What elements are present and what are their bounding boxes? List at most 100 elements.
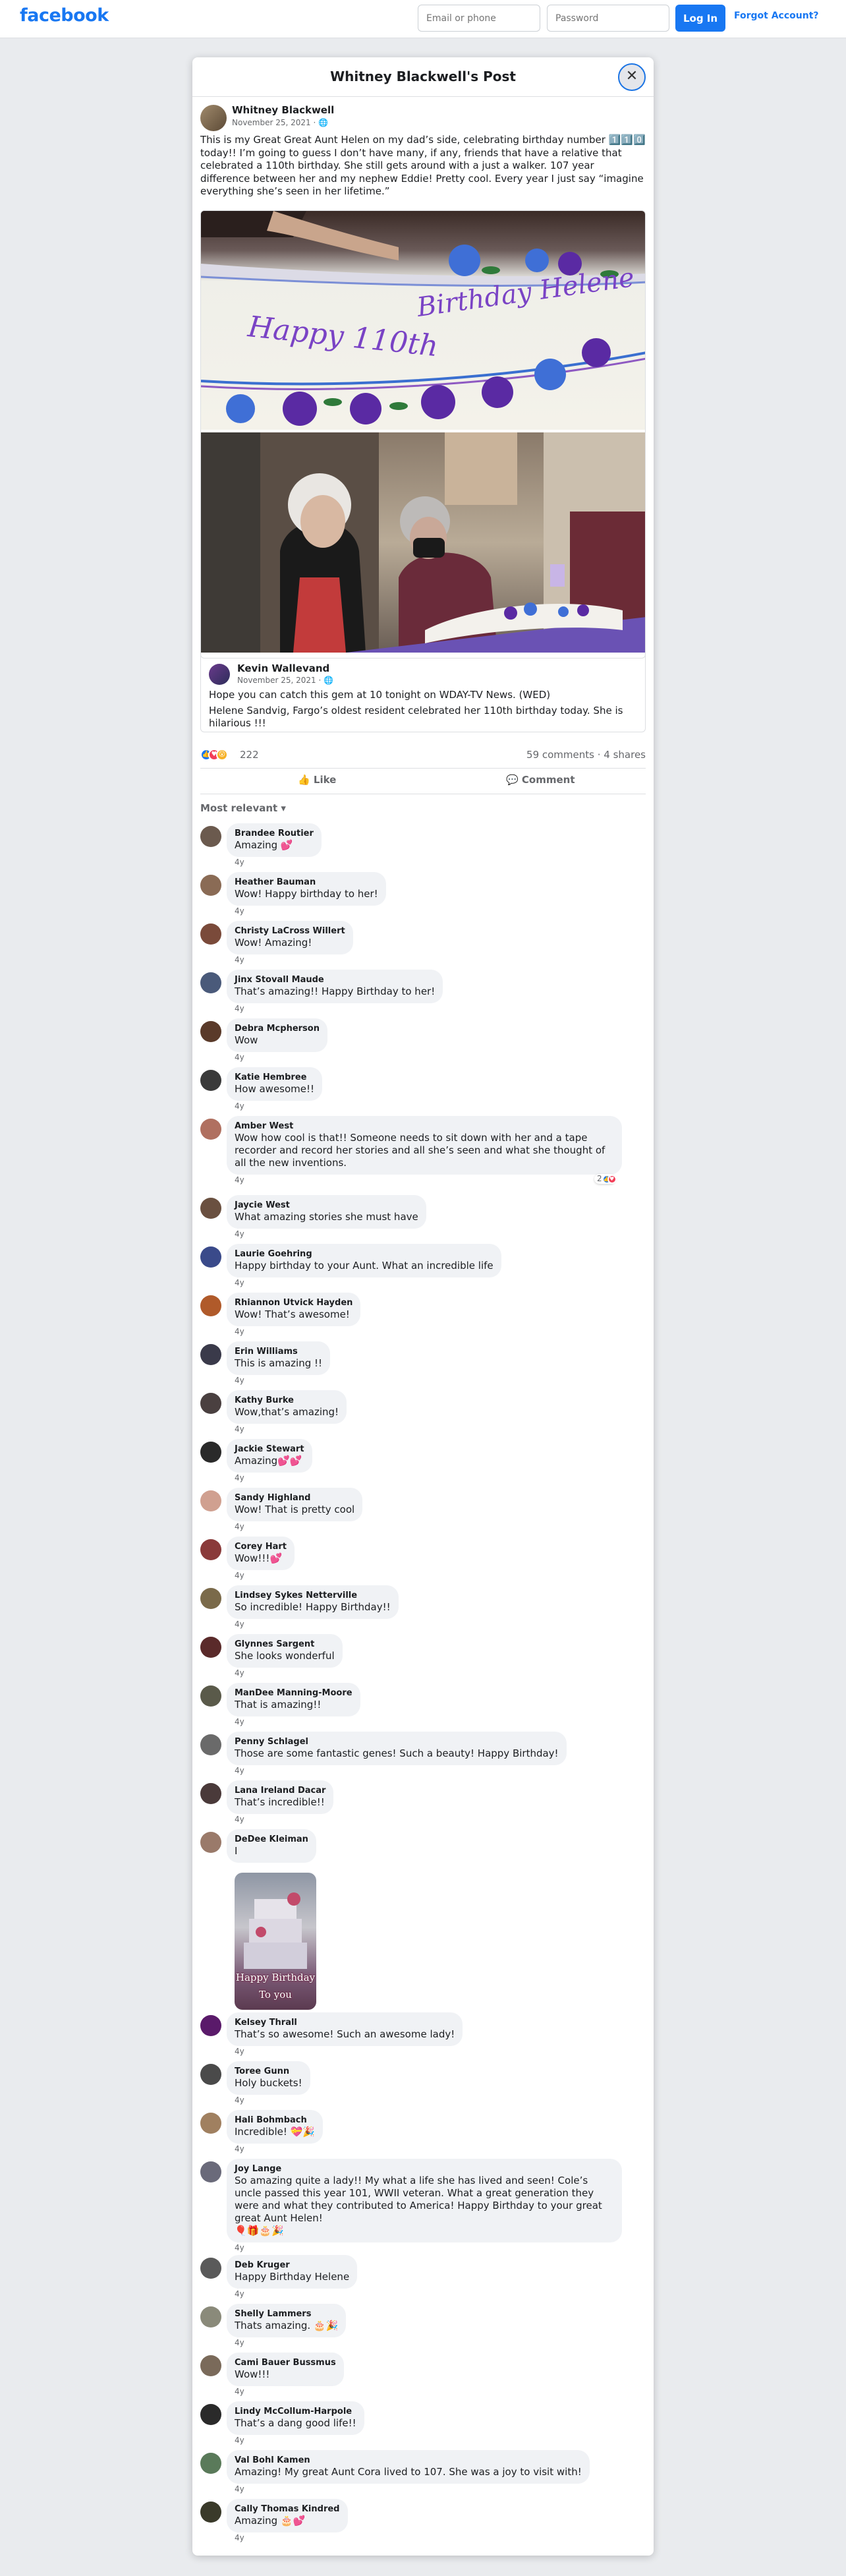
commenter-name[interactable]: Val Bohl Kamen [235,2455,582,2466]
commenter-name[interactable]: Shelly Lammers [235,2308,338,2320]
commenter-name[interactable]: Lindy McCollum-Harpole [235,2406,356,2417]
forgot-account-link[interactable]: Forgot Account? [734,11,819,21]
helen-celebration-photo[interactable] [201,432,645,653]
comment-timestamp[interactable]: 4y [235,1571,244,1580]
commenter-name[interactable]: Amber West [235,1121,614,1132]
commenter-name[interactable]: Katie Hembree [235,1072,314,1083]
commenter-avatar[interactable] [200,1246,221,1268]
commenter-name[interactable]: Cami Bauer Bussmus [235,2357,336,2368]
reaction-icons[interactable]: 👍♥ 😮 [200,748,228,761]
comment-timestamp[interactable]: 4y [235,2436,244,2445]
commenter-name[interactable]: Deb Kruger [235,2260,349,2271]
birthday-gif[interactable]: Happy Birthday To you [235,1873,316,2010]
comment-timestamp[interactable]: 4y [235,2243,244,2252]
post-author-avatar[interactable] [200,105,227,131]
comment-timestamp[interactable]: 4y [235,858,244,867]
comment-timestamp[interactable]: 4y [235,906,244,916]
commenter-avatar[interactable] [200,875,221,896]
commenter-avatar[interactable] [200,2404,221,2425]
comment-timestamp[interactable]: 4y [235,2533,244,2542]
commenter-name[interactable]: Hali Bohmbach [235,2115,315,2126]
commenter-avatar[interactable] [200,972,221,993]
comment-timestamp[interactable]: 4y [235,2095,244,2105]
commenter-name[interactable]: Debra Mcpherson [235,1023,320,1034]
commenter-name[interactable]: Cally Thomas Kindred [235,2503,340,2515]
comment-timestamp[interactable]: 4y [235,1229,244,1239]
comment-timestamp[interactable]: 4y [235,2144,244,2153]
commenter-name[interactable]: Penny Schlagel [235,1736,559,1747]
commenter-name[interactable]: Sandy Highland [235,1492,354,1504]
comment-timestamp[interactable]: 4y [235,2289,244,2298]
comments-count[interactable]: 59 comments [526,749,594,761]
commenter-avatar[interactable] [200,2113,221,2134]
shared-timestamp[interactable]: November 25, 2021 · 🌐 [237,676,333,685]
shares-count[interactable]: 4 shares [604,749,646,761]
comment-button[interactable]: 💬 Comment [506,774,575,786]
comment-timestamp[interactable]: 4y [235,1473,244,1482]
commenter-avatar[interactable] [200,2453,221,2474]
commenter-name[interactable]: Kelsey Thrall [235,2017,455,2028]
commenter-avatar[interactable] [200,1021,221,1042]
commenter-avatar[interactable] [200,1119,221,1140]
comment-timestamp[interactable]: 4y [235,1175,244,1185]
comment-timestamp[interactable]: 4y [235,1376,244,1385]
commenter-avatar[interactable] [200,1588,221,1609]
close-button[interactable]: ✕ [618,63,646,91]
commenter-name[interactable]: Christy LaCross Willert [235,925,345,937]
commenter-avatar[interactable] [200,1295,221,1316]
commenter-name[interactable]: Jaycie West [235,1200,418,1211]
commenter-name[interactable]: Toree Gunn [235,2066,302,2077]
commenter-name[interactable]: Corey Hart [235,1541,287,1552]
commenter-avatar[interactable] [200,1783,221,1804]
commenter-avatar[interactable] [200,2161,221,2182]
commenter-name[interactable]: ManDee Manning-Moore [235,1687,352,1699]
commenter-name[interactable]: Lana Ireland Dacar [235,1785,325,1796]
commenter-avatar[interactable] [200,2502,221,2523]
comment-timestamp[interactable]: 4y [235,1668,244,1678]
commenter-name[interactable]: Brandee Routier [235,828,314,839]
comment-timestamp[interactable]: 4y [235,2338,244,2347]
commenter-name[interactable]: Kathy Burke [235,1395,339,1406]
like-button[interactable]: 👍 Like [298,774,336,786]
comment-timestamp[interactable]: 4y [235,1004,244,1013]
commenter-name[interactable]: DeDee Kleiman [235,1834,308,1845]
comment-timestamp[interactable]: 4y [235,1053,244,1062]
commenter-avatar[interactable] [200,923,221,945]
commenter-name[interactable]: Erin Williams [235,1346,322,1357]
commenter-name[interactable]: Jinx Stovall Maude [235,974,435,985]
commenter-name[interactable]: Glynnes Sargent [235,1639,335,1650]
commenter-name[interactable]: Heather Bauman [235,877,378,888]
post-timestamp[interactable]: November 25, 2021 · 🌐 [232,118,328,127]
comment-timestamp[interactable]: 4y [235,1815,244,1824]
facebook-logo[interactable]: facebook [20,5,109,26]
comment-timestamp[interactable]: 4y [235,2047,244,2056]
commenter-avatar[interactable] [200,1393,221,1414]
comment-timestamp[interactable]: 4y [235,1101,244,1111]
commenter-avatar[interactable] [200,1070,221,1091]
commenter-name[interactable]: Jackie Stewart [235,1444,304,1455]
comment-timestamp[interactable]: 4y [235,1766,244,1775]
commenter-name[interactable]: Joy Lange [235,2163,614,2175]
email-input[interactable] [418,5,540,32]
commenter-avatar[interactable] [200,826,221,847]
comment-timestamp[interactable]: 4y [235,1620,244,1629]
comment-timestamp[interactable]: 4y [235,1327,244,1336]
comment-reactions[interactable]: 2 👍♥ [594,1174,617,1184]
comment-timestamp[interactable]: 4y [235,2387,244,2396]
comment-timestamp[interactable]: 4y [235,1424,244,1434]
commenter-avatar[interactable] [200,1637,221,1658]
comment-timestamp[interactable]: 4y [235,1278,244,1287]
comment-timestamp[interactable]: 4y [235,1717,244,1726]
commenter-name[interactable]: Laurie Goehring [235,1248,494,1260]
commenter-avatar[interactable] [200,1198,221,1219]
post-media[interactable]: Happy 110th Birthday Helene [200,210,646,659]
commenter-avatar[interactable] [200,2355,221,2376]
post-author-name[interactable]: Whitney Blackwell [232,104,334,116]
reaction-count[interactable]: 222 [240,749,259,761]
commenter-name[interactable]: Lindsey Sykes Netterville [235,1590,391,1601]
shared-author-avatar[interactable] [209,664,230,685]
shared-author-name[interactable]: Kevin Wallevand [237,662,329,674]
commenter-avatar[interactable] [200,1539,221,1560]
commenter-avatar[interactable] [200,1344,221,1365]
password-input[interactable] [547,5,669,32]
